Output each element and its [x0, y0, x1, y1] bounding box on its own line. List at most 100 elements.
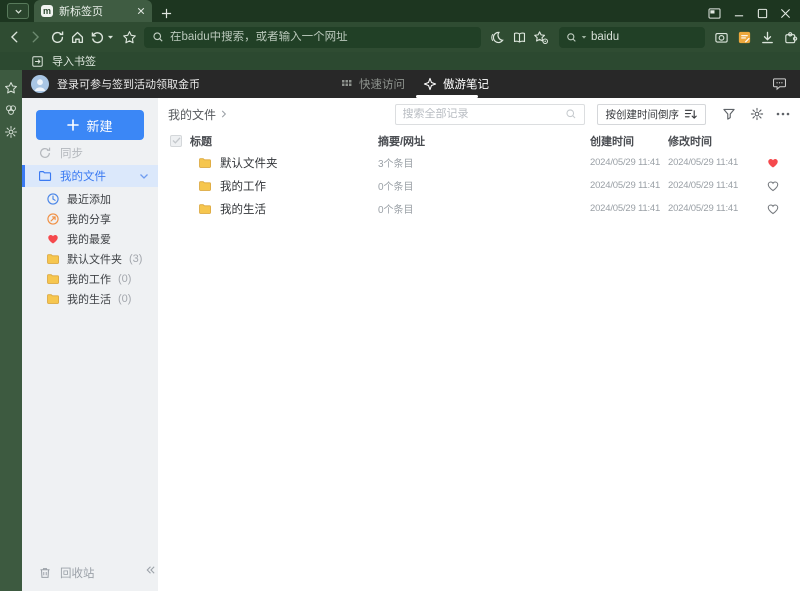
browser-tab-newtab[interactable]: m 新标签页	[34, 0, 152, 22]
gear-icon	[5, 125, 17, 138]
table-body: 默认文件夹 3个条目 2024/05/29 11:41 2024/05/29 11:4…	[170, 151, 790, 220]
sidebar-item[interactable]: 我的最爱	[22, 229, 158, 249]
tab-quick-access[interactable]: 快速访问	[340, 70, 405, 98]
address-input[interactable]	[170, 31, 473, 43]
tab-close-button[interactable]	[137, 7, 145, 15]
star-gear-icon	[534, 30, 548, 44]
row-title: 我的工作	[220, 180, 266, 193]
import-bookmarks-button[interactable]: 导入书签	[52, 53, 96, 69]
notes-content: 我的文件 按创建时间倒序 标题 摘要/网址 创建时间 修改时间 默认文件夹 3个条…	[158, 98, 800, 591]
column-header-modified[interactable]: 修改时间	[668, 133, 756, 149]
maxnote-button[interactable]	[735, 27, 753, 47]
login-banner[interactable]: 登录可参与签到活动领取金币	[31, 75, 200, 93]
favorite-icon-outline[interactable]	[766, 179, 780, 193]
avatar	[31, 75, 49, 93]
search-icon	[153, 32, 163, 42]
favorite-icon-filled[interactable]	[766, 156, 780, 170]
new-tab-button[interactable]	[161, 8, 172, 19]
close-window-button[interactable]	[780, 8, 791, 19]
table-row[interactable]: 我的生活 0个条目 2024/05/29 11:41 2024/05/29 11:41	[170, 197, 790, 220]
reading-mode-button[interactable]	[510, 27, 528, 47]
filter-button[interactable]	[722, 107, 736, 121]
breadcrumb-label: 我的文件	[168, 107, 217, 122]
address-bar[interactable]	[144, 26, 481, 48]
clover-icon	[6, 104, 16, 115]
quick-search-input[interactable]	[591, 31, 698, 43]
chevron-down-icon[interactable]	[581, 35, 587, 40]
back-button[interactable]	[6, 27, 24, 47]
chevron-right-icon	[221, 110, 227, 118]
sidebar-item-my-files[interactable]: 我的文件	[22, 165, 158, 187]
maximize-button[interactable]	[757, 8, 768, 19]
collapse-sidebar-button[interactable]	[145, 565, 156, 575]
undo-button[interactable]	[88, 27, 106, 47]
settings-panel-button[interactable]	[2, 122, 20, 141]
breadcrumb[interactable]: 我的文件	[168, 106, 227, 123]
tab-label: 快速访问	[359, 79, 405, 91]
chevron-down-icon[interactable]	[139, 173, 149, 180]
quick-search-box[interactable]	[559, 26, 705, 48]
feedback-button[interactable]	[772, 77, 787, 91]
sync-button[interactable]: 同步	[38, 143, 83, 163]
notes-search-input[interactable]	[402, 108, 560, 120]
share-icon	[46, 212, 60, 226]
tab-maxnote[interactable]: 傲游笔记	[423, 70, 489, 98]
sidebar-item-label: 默认文件夹	[67, 254, 122, 266]
table-row[interactable]: 默认文件夹 3个条目 2024/05/29 11:41 2024/05/29 11:4…	[170, 151, 790, 174]
sidebar-item[interactable]: 我的生活 (0)	[22, 289, 158, 309]
row-summary: 0个条目	[378, 182, 414, 193]
favorite-icon-outline[interactable]	[766, 202, 780, 216]
folder-icon	[198, 156, 212, 170]
downloads-button[interactable]	[758, 27, 776, 47]
row-modified-time: 2024/05/29 11:41	[668, 157, 739, 168]
home-button[interactable]	[68, 27, 86, 47]
bookmark-manager-button[interactable]	[532, 27, 550, 47]
notes-search-field[interactable]	[394, 103, 585, 125]
extensions-button[interactable]	[781, 27, 799, 47]
import-bookmarks-icon	[32, 55, 43, 67]
more-actions-button[interactable]	[776, 112, 790, 116]
folder-icon	[46, 292, 60, 306]
tab-label: 傲游笔记	[443, 79, 489, 91]
row-created-time: 2024/05/29 11:41	[590, 157, 661, 168]
row-created-time: 2024/05/29 11:41	[590, 180, 661, 191]
column-header-title[interactable]: 标题	[190, 133, 378, 149]
multi-window-button[interactable]	[708, 8, 721, 19]
sidebar-item-recycle-bin[interactable]: 回收站	[38, 562, 95, 584]
search-icon	[565, 109, 575, 119]
sync-label: 同步	[60, 148, 83, 160]
undo-dropdown-button[interactable]	[106, 27, 114, 47]
sort-order-button[interactable]: 按创建时间倒序	[596, 103, 706, 125]
browser-tab-bar: m 新标签页	[0, 0, 800, 22]
side-strip	[0, 70, 22, 591]
screenshot-button[interactable]	[712, 27, 730, 47]
view-settings-button[interactable]	[750, 107, 764, 121]
night-mode-button[interactable]	[488, 27, 506, 47]
notes-sidebar: 新建 同步 我的文件 最近添加 我的分享 我的最爱默认文件夹 (3) 我的工作 (0) 我的…	[22, 98, 158, 591]
refresh-button[interactable]	[48, 27, 66, 47]
folder-icon	[46, 272, 60, 286]
select-all-checkbox[interactable]	[170, 134, 182, 147]
sidebar-item[interactable]: 我的工作 (0)	[22, 269, 158, 289]
notes-app-header: 登录可参与签到活动领取金币 快速访问 傲游笔记	[22, 70, 800, 98]
sidebar-item[interactable]: 我的分享	[22, 209, 158, 229]
new-note-button[interactable]: 新建	[36, 110, 144, 140]
plus-icon	[67, 119, 80, 131]
sidebar-item[interactable]: 默认文件夹 (3)	[22, 249, 158, 269]
plus-icon	[161, 8, 172, 19]
tab-list-dropdown-button[interactable]	[7, 3, 29, 19]
column-header-created[interactable]: 创建时间	[590, 133, 668, 149]
favorites-panel-button[interactable]	[2, 78, 20, 97]
notes-panel-button[interactable]	[2, 100, 20, 119]
forward-button[interactable]	[26, 27, 44, 47]
item-count: (0)	[118, 273, 132, 285]
sidebar-item[interactable]: 最近添加	[22, 189, 158, 209]
table-row[interactable]: 我的工作 0个条目 2024/05/29 11:41 2024/05/29 11:41	[170, 174, 790, 197]
grid-icon	[342, 79, 352, 86]
item-count: (3)	[129, 253, 143, 265]
minimize-button[interactable]	[733, 8, 745, 19]
moon-icon	[490, 31, 504, 43]
column-header-summary[interactable]: 摘要/网址	[378, 133, 590, 149]
login-text: 登录可参与签到活动领取金币	[57, 79, 200, 91]
favorite-page-button[interactable]	[120, 27, 138, 47]
